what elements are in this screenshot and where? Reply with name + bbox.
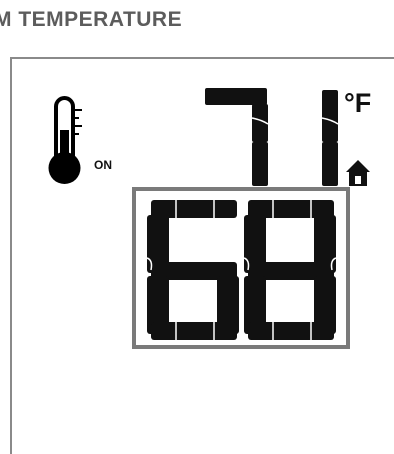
setpoint-temperature-display[interactable] <box>0 0 394 454</box>
setpoint-digit-8 <box>243 200 337 340</box>
setpoint-digit-6 <box>146 200 239 340</box>
